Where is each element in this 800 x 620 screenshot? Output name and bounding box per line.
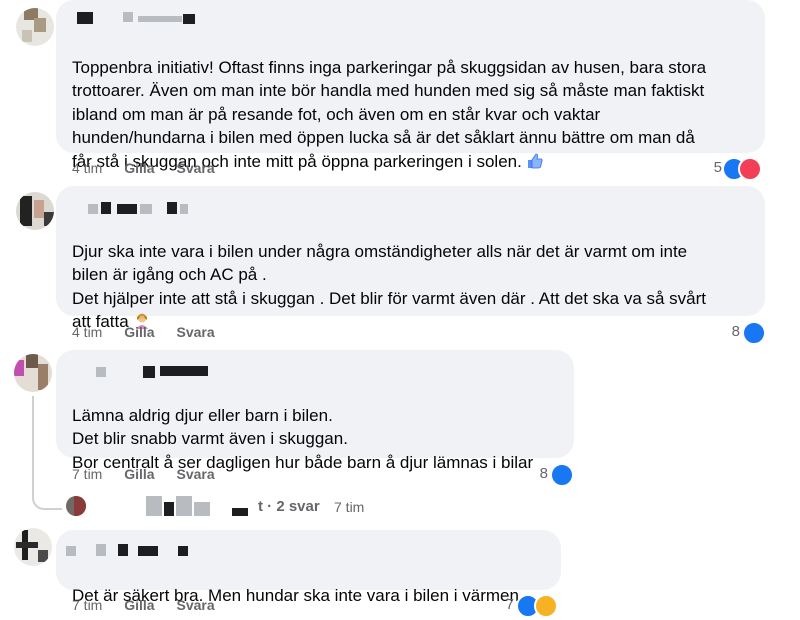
- avatar[interactable]: [14, 528, 52, 566]
- comment-text: Lämna aldrig djur eller barn i bilen. De…: [72, 405, 534, 472]
- reaction-summary[interactable]: 7: [504, 594, 558, 618]
- comment-actions: 7 tim Gilla Svara: [72, 597, 215, 613]
- reply-thread-line: [32, 396, 62, 510]
- thumbs-up-icon: [527, 153, 543, 168]
- love-reaction-icon: [738, 157, 762, 181]
- reply-button[interactable]: Svara: [176, 466, 214, 482]
- replies-time: 7 tim: [334, 499, 365, 515]
- like-reaction-icon: [550, 463, 574, 487]
- comment-text: Djur ska inte vara i bilen under några o…: [72, 241, 707, 332]
- reaction-count: 8: [731, 323, 740, 340]
- reaction-count: 7: [505, 596, 514, 613]
- reply-avatar: [66, 496, 86, 516]
- avatar[interactable]: [14, 354, 52, 392]
- like-button[interactable]: Gilla: [124, 324, 154, 340]
- comment-time[interactable]: 7 tim: [72, 597, 102, 613]
- reaction-count: 8: [539, 465, 548, 482]
- comment-actions: 7 tim Gilla Svara: [72, 466, 215, 482]
- comment-time[interactable]: 4 tim: [72, 160, 102, 176]
- comment-time[interactable]: 7 tim: [72, 466, 102, 482]
- reaction-summary[interactable]: 8: [718, 321, 766, 345]
- avatar[interactable]: [16, 192, 54, 230]
- reply-button[interactable]: Svara: [176, 597, 214, 613]
- reaction-count: 5: [713, 159, 722, 176]
- like-button[interactable]: Gilla: [124, 466, 154, 482]
- comment-actions: 4 tim Gilla Svara: [72, 324, 215, 340]
- reply-button[interactable]: Svara: [176, 324, 214, 340]
- like-reaction-icon: [742, 321, 766, 345]
- like-button[interactable]: Gilla: [124, 597, 154, 613]
- haha-reaction-icon: [534, 594, 558, 618]
- like-button[interactable]: Gilla: [124, 160, 154, 176]
- replies-count-link[interactable]: t · 2 svar: [258, 498, 320, 515]
- comment-time[interactable]: 4 tim: [72, 324, 102, 340]
- reaction-summary[interactable]: 8: [528, 463, 574, 487]
- reaction-summary[interactable]: 5: [708, 157, 766, 181]
- avatar[interactable]: [16, 8, 54, 46]
- comment-text: Toppenbra initiativ! Oftast finns inga p…: [72, 57, 707, 171]
- comment-actions: 4 tim Gilla Svara: [72, 160, 215, 176]
- reply-button[interactable]: Svara: [176, 160, 214, 176]
